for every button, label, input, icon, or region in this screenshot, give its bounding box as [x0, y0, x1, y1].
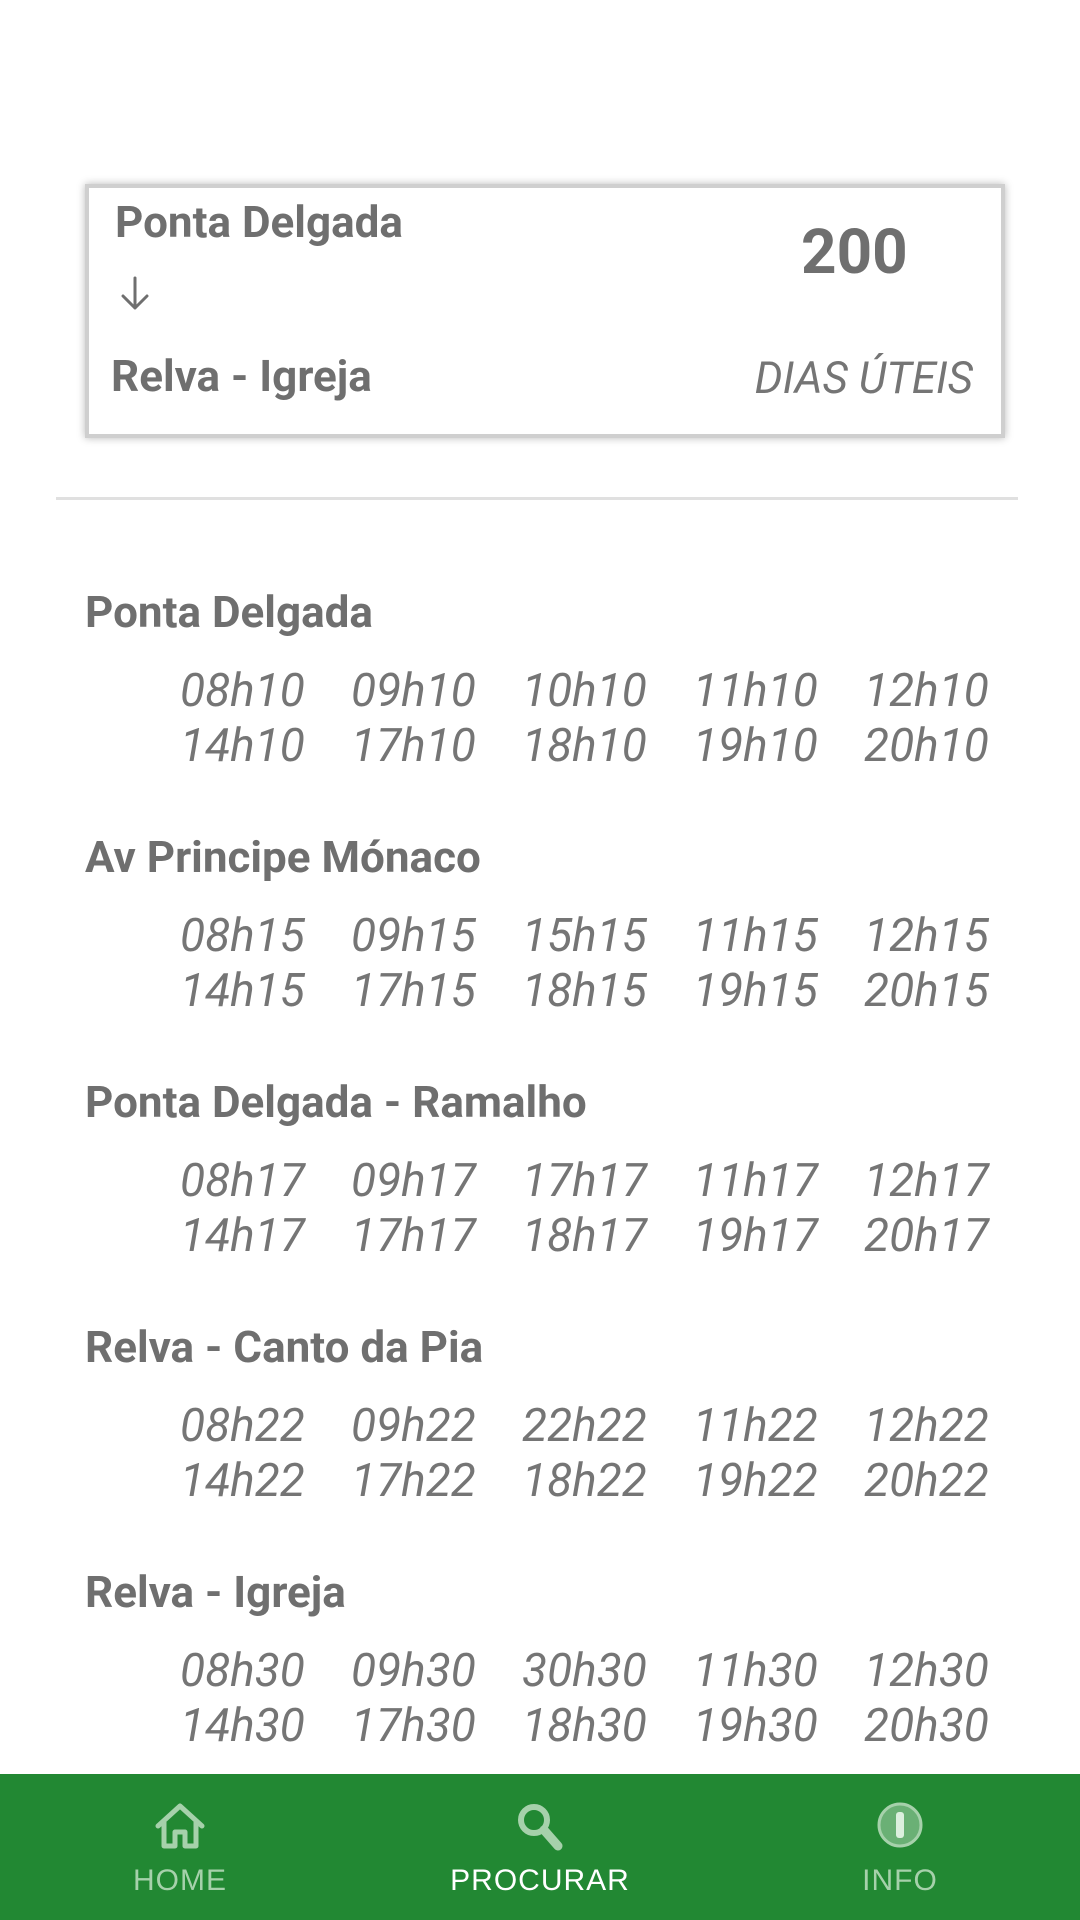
- departure-time: 17h15: [351, 964, 476, 1018]
- stop-times: 08h15 09h15 15h15 11h15 12h15 14h15 17h1…: [180, 909, 1060, 1019]
- departure-time: 20h17: [864, 1209, 989, 1263]
- nav-home[interactable]: HOME: [0, 1774, 360, 1920]
- info-icon: [877, 1802, 923, 1848]
- departure-time: 09h17: [351, 1154, 476, 1208]
- departure-time: 12h15: [864, 909, 989, 963]
- departure-time: 12h17: [864, 1154, 989, 1208]
- departure-time: 17h30: [351, 1699, 476, 1753]
- nav-info[interactable]: INFO: [720, 1774, 1080, 1920]
- departure-time: 19h10: [693, 719, 818, 773]
- departure-time: 09h15: [351, 909, 476, 963]
- departure-time: 11h17: [693, 1154, 818, 1208]
- departure-time: 18h30: [522, 1699, 647, 1753]
- route-number: 200: [801, 216, 908, 289]
- stop-times: 08h22 09h22 22h22 11h22 12h22 14h22 17h2…: [180, 1399, 1060, 1509]
- departure-time: 11h10: [693, 664, 818, 718]
- departure-time: 11h15: [693, 909, 818, 963]
- departure-time: 14h10: [180, 719, 305, 773]
- departure-time: 11h22: [693, 1399, 818, 1453]
- departure-time: 18h15: [522, 964, 647, 1018]
- departure-time: 12h10: [864, 664, 989, 718]
- departure-time: 12h22: [864, 1399, 989, 1453]
- departure-time: 11h30: [693, 1644, 818, 1698]
- departure-time: 15h15: [522, 909, 647, 963]
- bottom-navigation: HOME PROCURAR INFO: [0, 1774, 1080, 1920]
- departure-time: 20h22: [864, 1454, 989, 1508]
- stop-name: Relva - Canto da Pia: [85, 1321, 484, 1373]
- departure-time: 12h30: [864, 1644, 989, 1698]
- departure-time: 18h22: [522, 1454, 647, 1508]
- departure-time: 19h15: [693, 964, 818, 1018]
- departure-time: 14h15: [180, 964, 305, 1018]
- departure-time: 08h17: [180, 1154, 305, 1208]
- departure-time: 17h17: [351, 1209, 476, 1263]
- departure-time: 30h30: [522, 1644, 647, 1698]
- search-icon: [518, 1804, 563, 1851]
- departure-time: 08h22: [180, 1399, 305, 1453]
- departure-time: 09h30: [351, 1644, 476, 1698]
- departure-time: 17h10: [351, 719, 476, 773]
- departure-time: 14h30: [180, 1699, 305, 1753]
- departure-time: 18h17: [522, 1209, 647, 1263]
- departure-time: 20h15: [864, 964, 989, 1018]
- stop-times: 08h30 09h30 30h30 11h30 12h30 14h30 17h3…: [180, 1644, 1060, 1754]
- departure-time: 09h22: [351, 1399, 476, 1453]
- arrow-down-icon: [121, 276, 149, 310]
- departure-time: 19h22: [693, 1454, 818, 1508]
- departure-time: 08h30: [180, 1644, 305, 1698]
- timetable-screen: Ponta Delgada Relva - Igreja 200 DIAS ÚT…: [0, 0, 1080, 1920]
- stop-name: Ponta Delgada - Ramalho: [85, 1076, 587, 1128]
- day-type-label: DIAS ÚTEIS: [754, 352, 973, 404]
- nav-search[interactable]: PROCURAR: [360, 1774, 720, 1920]
- home-icon: [155, 1803, 205, 1849]
- route-destination: Relva - Igreja: [111, 350, 372, 402]
- stop-name: Av Principe Mónaco: [85, 831, 481, 883]
- departure-time: 17h22: [351, 1454, 476, 1508]
- departure-time: 17h17: [522, 1154, 647, 1208]
- stop-times: 08h17 09h17 17h17 11h17 12h17 14h17 17h1…: [180, 1154, 1060, 1264]
- departure-time: 08h10: [180, 664, 305, 718]
- nav-info-label: INFO: [862, 1864, 938, 1897]
- departure-time: 20h30: [864, 1699, 989, 1753]
- departure-time: 09h10: [351, 664, 476, 718]
- stop-times: 08h10 09h10 10h10 11h10 12h10 14h10 17h1…: [180, 664, 1060, 774]
- departure-time: 18h10: [522, 719, 647, 773]
- nav-search-label: PROCURAR: [450, 1864, 630, 1897]
- departure-time: 14h17: [180, 1209, 305, 1263]
- route-origin: Ponta Delgada: [115, 196, 403, 248]
- stop-name: Ponta Delgada: [85, 586, 373, 638]
- departure-time: 08h15: [180, 909, 305, 963]
- departure-time: 22h22: [522, 1399, 647, 1453]
- departure-time: 14h22: [180, 1454, 305, 1508]
- departure-time: 10h10: [522, 664, 647, 718]
- nav-home-label: HOME: [133, 1864, 227, 1897]
- route-summary-card: Ponta Delgada Relva - Igreja 200 DIAS ÚT…: [85, 184, 1005, 438]
- departure-time: 19h30: [693, 1699, 818, 1753]
- departure-time: 19h17: [693, 1209, 818, 1263]
- stop-name: Relva - Igreja: [85, 1566, 346, 1618]
- departure-time: 20h10: [864, 719, 989, 773]
- divider: [56, 497, 1018, 500]
